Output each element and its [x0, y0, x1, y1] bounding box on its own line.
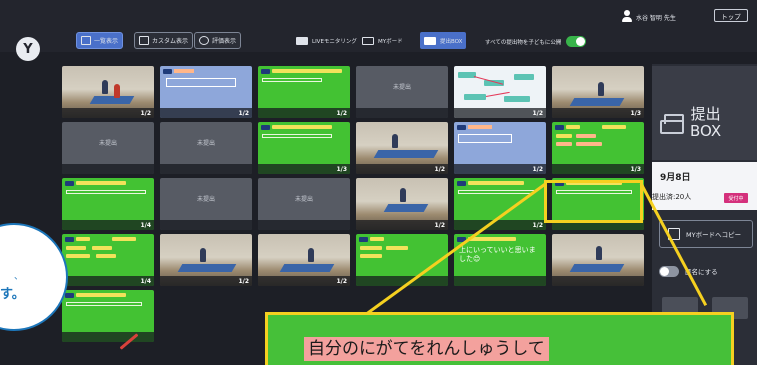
speech-text: 上にいっていいと思いました😊: [455, 242, 545, 274]
submission-tile[interactable]: 1/2: [454, 66, 546, 118]
grid-icon: [81, 36, 91, 45]
tab-live-monitoring[interactable]: LIVEモニタリング: [296, 32, 357, 49]
tile-meta: [62, 164, 154, 174]
custom-view-button[interactable]: カスタム表示: [134, 32, 194, 49]
submission-tile[interactable]: [62, 290, 154, 342]
tile-meta: 1/2: [258, 276, 350, 286]
submission-tile[interactable]: 1/2: [258, 66, 350, 118]
logo-glyph: Y: [23, 41, 33, 57]
submission-tile-empty[interactable]: 未提出: [160, 178, 252, 230]
tile-meta: 1/3: [552, 108, 644, 118]
submission-tile[interactable]: 1/2: [62, 66, 154, 118]
circle-icon: [199, 36, 209, 45]
callout-mark: 、: [14, 272, 24, 282]
list-view-label: 一覧表示: [94, 38, 119, 45]
tile-meta: [160, 220, 252, 230]
submission-tile-empty[interactable]: 未提出: [356, 66, 448, 118]
tile-meta: [62, 332, 154, 342]
tile-meta: [454, 276, 546, 286]
tile-meta: 1/2: [356, 220, 448, 230]
receiving-badge: 受付中: [724, 193, 748, 203]
submitted-count: 提出済:20人: [652, 193, 692, 201]
submission-tile[interactable]: 1/2: [258, 234, 350, 286]
tile-meta: 1/2: [62, 108, 154, 118]
submission-tile[interactable]: 1/2: [160, 234, 252, 286]
tile-meta: 1/3: [552, 164, 644, 174]
user-name: 水谷 智明 先生: [636, 15, 676, 22]
board-icon: [362, 36, 374, 45]
tab-my-board[interactable]: MYボード: [362, 32, 403, 49]
submission-tile[interactable]: 1/2: [356, 122, 448, 174]
tab-live-monitoring-label: LIVEモニタリング: [312, 38, 357, 45]
submission-tile[interactable]: 1/2: [160, 66, 252, 118]
zoomed-text: 自分のにがてをれんしゅうして: [304, 337, 549, 361]
tile-meta: 1/2: [356, 164, 448, 174]
anonymize-row[interactable]: 匿名にする: [659, 258, 753, 284]
tile-meta: 1/2: [160, 108, 252, 118]
submission-tile[interactable]: [356, 234, 448, 286]
tile-meta: 1/3: [258, 164, 350, 174]
tray-icon: [424, 36, 436, 45]
evaluation-view-button[interactable]: 評価表示: [194, 32, 242, 49]
submission-tile[interactable]: 1/3: [552, 122, 644, 174]
not-submitted-label: 未提出: [196, 140, 215, 147]
tile-meta: 1/2: [160, 276, 252, 286]
submission-date: 9月8日: [660, 173, 691, 183]
not-submitted-label: 未提出: [196, 196, 215, 203]
not-submitted-label: 未提出: [98, 140, 117, 147]
grid-icon: [139, 36, 149, 45]
submission-tile[interactable]: 1/2: [454, 178, 546, 230]
tile-meta: 1/2: [454, 164, 546, 174]
list-view-button[interactable]: 一覧表示: [76, 32, 124, 49]
tile-meta: [258, 220, 350, 230]
submission-box-title: 提出 BOX: [690, 106, 721, 140]
monitor-icon: [296, 36, 308, 45]
evaluation-view-label: 評価表示: [212, 38, 237, 45]
tile-meta: [356, 108, 448, 118]
tile-meta: [356, 276, 448, 286]
submission-tile[interactable]: 1/4: [62, 234, 154, 286]
tile-meta: 1/2: [454, 220, 546, 230]
anonymize-toggle[interactable]: [659, 265, 679, 277]
tile-meta: 1/2: [258, 108, 350, 118]
not-submitted-label: 未提出: [294, 196, 313, 203]
explanation-callout: 、 す。: [0, 223, 68, 331]
box-title-line1: 提出: [690, 105, 721, 123]
share-all-label: すべての提出物を子どもに公開: [485, 40, 562, 46]
callout-text: す。: [0, 287, 25, 302]
tray-icon: [660, 114, 684, 134]
tile-meta: 1/4: [62, 276, 154, 286]
top-button[interactable]: トップ: [714, 9, 748, 22]
tab-my-board-label: MYボード: [378, 38, 403, 45]
share-all-toggle[interactable]: [566, 36, 586, 47]
submission-tile-empty[interactable]: 未提出: [258, 178, 350, 230]
copy-button-label: MYボードへコピー: [686, 231, 742, 239]
highlight-frame: [544, 180, 643, 223]
box-title-line2: BOX: [690, 122, 722, 140]
tile-meta: [160, 164, 252, 174]
tab-submission-box[interactable]: 提出BOX: [420, 32, 467, 49]
tile-meta: 1/2: [454, 108, 546, 118]
submission-box-screen: Y 一覧表示 カスタム表示 評価表示 LIVEモニタリング MYボード 提出BO…: [0, 0, 757, 365]
app-logo-icon[interactable]: Y: [16, 37, 40, 61]
custom-view-label: カスタム表示: [152, 38, 189, 45]
submission-tile[interactable]: 1/2: [454, 122, 546, 174]
tab-submission-box-label: 提出BOX: [440, 38, 463, 45]
user-icon: [622, 10, 632, 22]
submission-tile-empty[interactable]: 未提出: [160, 122, 252, 174]
submission-tile[interactable]: [552, 234, 644, 286]
tile-meta: 1/4: [62, 220, 154, 230]
tile-meta: [552, 276, 644, 286]
submission-tile[interactable]: 1/4: [62, 178, 154, 230]
not-submitted-label: 未提出: [392, 84, 411, 91]
submission-tile[interactable]: 1/3: [258, 122, 350, 174]
submission-tile[interactable]: 1/3: [552, 66, 644, 118]
zoomed-submission: 自分のにがてをれんしゅうして: [265, 312, 734, 365]
submission-tile[interactable]: 1/2: [356, 178, 448, 230]
submission-tile-empty[interactable]: 未提出: [62, 122, 154, 174]
